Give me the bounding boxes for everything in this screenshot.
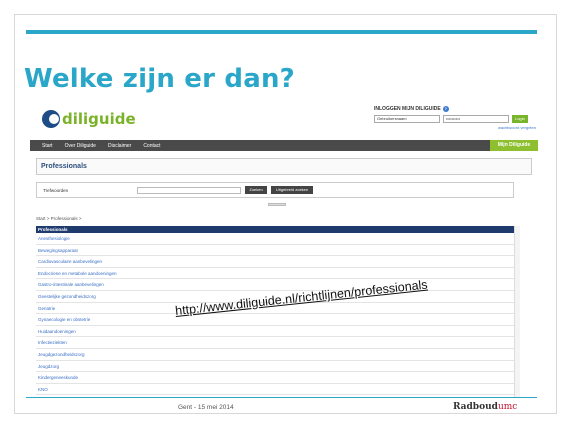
list-item[interactable]: Gynaecologie en obstetrie bbox=[36, 314, 514, 326]
list-item[interactable]: Jeugdzorg bbox=[36, 361, 514, 373]
website-screenshot: diliguide INLOGGEN MIJN DILIGUIDE ? Gebr… bbox=[30, 102, 538, 397]
page-title-box: Professionals bbox=[36, 158, 532, 175]
search-bar: Trefwoorden Zoeken Uitgebreid zoeken bbox=[36, 182, 514, 198]
login-button[interactable]: Login bbox=[512, 115, 528, 123]
list-item[interactable]: Huidaandoeningen bbox=[36, 326, 514, 338]
nav-start[interactable]: Start bbox=[42, 143, 53, 149]
list-item[interactable]: Anesthesiologie bbox=[36, 233, 514, 245]
footer-date: Gent - 15 mei 2014 bbox=[178, 404, 234, 411]
list-item[interactable]: KNO bbox=[36, 384, 514, 396]
search-label: Trefwoorden bbox=[43, 188, 69, 193]
list-item[interactable]: Endocriene en metabole aandoeningen bbox=[36, 268, 514, 280]
list-item[interactable]: Cardiovasculaire aanbevelingen bbox=[36, 256, 514, 268]
login-panel: INLOGGEN MIJN DILIGUIDE ? Gebruikersnaam… bbox=[374, 106, 536, 136]
diliguide-logo-icon bbox=[42, 110, 60, 128]
radboudumc-logo: Radboudumc bbox=[453, 402, 518, 412]
footer-divider bbox=[26, 397, 537, 398]
nav-disclaimer[interactable]: Disclaimer bbox=[108, 143, 131, 149]
list-item[interactable]: Gastro-intestinale aanbevelingen bbox=[36, 279, 514, 291]
breadcrumb: Start > Professionals > bbox=[36, 216, 82, 221]
collapse-handle[interactable] bbox=[268, 203, 286, 206]
password-field[interactable]: •••••••••• bbox=[443, 115, 509, 123]
page-title: Professionals bbox=[41, 163, 87, 170]
nav-contact[interactable]: Contact bbox=[143, 143, 160, 149]
list-scrollbar[interactable] bbox=[514, 226, 520, 397]
advanced-search-button[interactable]: Uitgebreid zoeken bbox=[271, 186, 313, 194]
login-title: INLOGGEN MIJN DILIGUIDE ? bbox=[374, 106, 449, 112]
list-item[interactable]: Kindergeneeskunde bbox=[36, 372, 514, 384]
search-button[interactable]: Zoeken bbox=[245, 186, 267, 194]
forgot-password-link[interactable]: wachtwoord vergeten bbox=[374, 125, 536, 130]
nav-over-diliguide[interactable]: Over Diliguide bbox=[65, 143, 96, 149]
search-input[interactable] bbox=[137, 187, 241, 194]
logo-text: diliguide bbox=[62, 110, 136, 128]
main-nav: Start Over Diliguide Disclaimer Contact … bbox=[30, 140, 538, 151]
list-item[interactable]: Infectieziekten bbox=[36, 337, 514, 349]
list-item[interactable]: Jeugdgezondheidszorg bbox=[36, 349, 514, 361]
username-field[interactable]: Gebruikersnaam bbox=[374, 115, 440, 123]
slide-title: Welke zijn er dan? bbox=[24, 64, 295, 94]
diliguide-logo[interactable]: diliguide bbox=[42, 110, 136, 128]
title-accent-bar bbox=[26, 30, 537, 34]
list-header: Professionals bbox=[36, 226, 514, 233]
professionals-list: Professionals Anesthesiologie Bewegingsa… bbox=[36, 226, 514, 396]
help-icon[interactable]: ? bbox=[442, 106, 449, 112]
nav-mijn-diliguide[interactable]: Mijn Diliguide bbox=[490, 140, 538, 151]
list-item[interactable]: Bewegingsapparaat bbox=[36, 245, 514, 257]
